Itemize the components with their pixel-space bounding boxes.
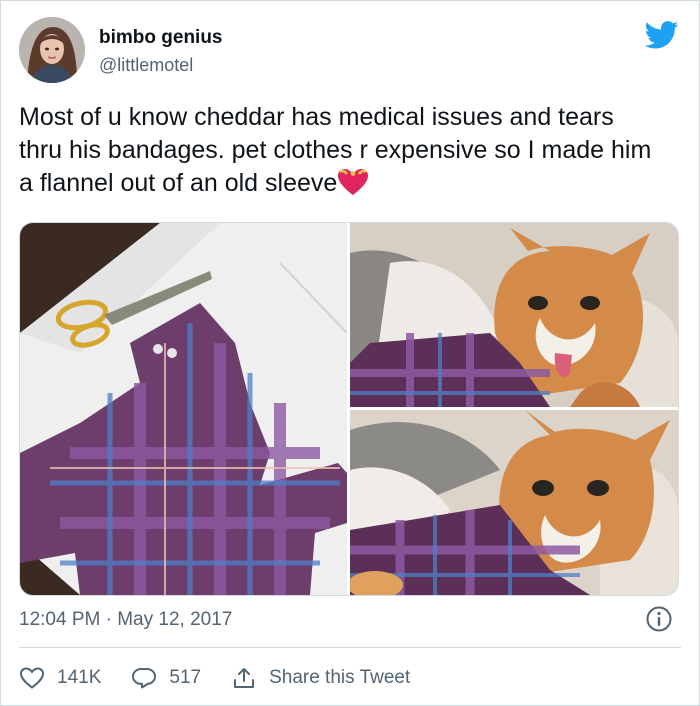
tweet-text-body: Most of u know cheddar has medical issue… xyxy=(19,103,652,197)
tweet-timestamp[interactable]: 12:04 PM · May 12, 2017 xyxy=(19,608,232,632)
tweet-header: bimbo genius @littlemotel xyxy=(19,17,683,87)
divider xyxy=(19,647,681,648)
tweet-text: Most of u know cheddar has medical issue… xyxy=(19,101,659,200)
heart-with-ribbon-icon xyxy=(338,169,369,195)
media-grid xyxy=(19,222,679,596)
reply-button[interactable]: 517 xyxy=(131,666,201,690)
twitter-bird-icon[interactable] xyxy=(645,21,679,49)
like-heart-icon xyxy=(19,667,45,689)
like-button[interactable]: 141K xyxy=(19,666,101,690)
reply-count: 517 xyxy=(169,667,202,688)
author-names: bimbo genius @littlemotel xyxy=(99,27,223,77)
display-name[interactable]: bimbo genius xyxy=(99,27,223,49)
avatar[interactable] xyxy=(19,17,85,83)
info-icon[interactable] xyxy=(645,605,673,633)
action-bar: 141K 517 Share this Tweet xyxy=(19,661,440,695)
share-label: Share this Tweet xyxy=(269,667,411,688)
share-icon xyxy=(234,668,255,688)
photo-flannel-on-table[interactable] xyxy=(20,223,347,595)
share-button[interactable]: Share this Tweet xyxy=(231,666,410,690)
photo-cat-tongue-out[interactable] xyxy=(350,223,678,407)
user-handle[interactable]: @littlemotel xyxy=(99,53,223,77)
reply-bubble-icon xyxy=(132,668,157,689)
photo-cat-portrait[interactable] xyxy=(350,410,678,595)
tweet-card: bimbo genius @littlemotel Most of u know… xyxy=(0,0,700,706)
like-count: 141K xyxy=(57,667,102,688)
